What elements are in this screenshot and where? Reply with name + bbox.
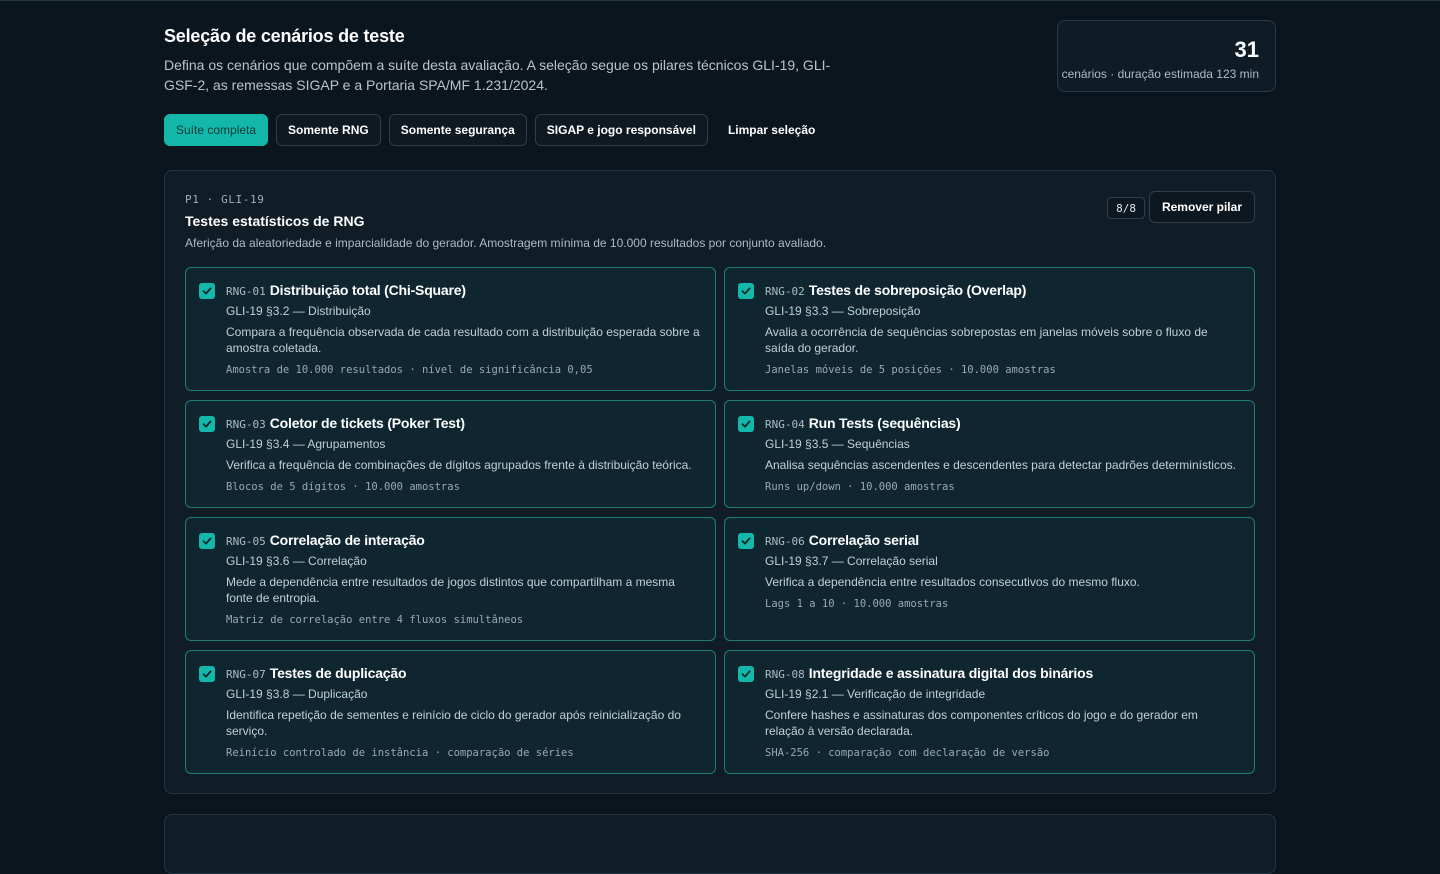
scenario-code: RNG-02 — [765, 285, 805, 298]
scenario-reference: GLI-19 §3.7 — Correlação serial — [765, 554, 938, 568]
scenario-reference: GLI-19 §3.6 — Correlação — [226, 554, 367, 568]
preset-rng-only-button[interactable]: Somente RNG — [276, 114, 381, 146]
remove-pillar-button[interactable]: Remover pilar — [1148, 191, 1255, 223]
scenario-name: Distribuição total (Chi-Square) — [269, 282, 466, 298]
scenario-checkbox[interactable] — [738, 283, 754, 299]
scenario-card[interactable]: RNG-06 Correlação serial GLI-19 §3.7 — Co… — [724, 517, 1255, 641]
clear-selection-button[interactable]: Limpar seleção — [716, 114, 827, 146]
scenario-description: Avalia a ocorrência de sequências sobrep… — [765, 325, 1208, 355]
scenario-count: 31 — [1234, 37, 1259, 62]
scenario-code: RNG-04 — [765, 418, 805, 431]
scenario-note: Blocos de 5 dígitos · 10.000 amostras — [226, 481, 460, 493]
scenario-card[interactable]: RNG-01 Distribuição total (Chi-Square) GL… — [185, 267, 716, 391]
top-divider — [0, 0, 1440, 1]
scenario-reference: GLI-19 §3.4 — Agrupamentos — [226, 437, 386, 451]
checkmark-icon — [741, 420, 751, 428]
page-title: Seleção de cenários de teste — [164, 26, 405, 46]
checkmark-icon — [202, 287, 212, 295]
scenario-checkbox[interactable] — [199, 666, 215, 682]
scenario-description: Identifica repetição de sementes e reiní… — [226, 708, 681, 738]
pillar-card-next — [164, 814, 1276, 874]
scenario-code: RNG-03 — [226, 418, 266, 431]
preset-full-suite-button[interactable]: Suíte completa — [164, 114, 269, 146]
pillar-title: Testes estatísticos de RNG — [185, 213, 365, 229]
scenario-code: RNG-01 — [226, 285, 266, 298]
checkmark-icon — [202, 537, 212, 545]
pillar-card-rng: P1 · GLI-19 Testes estatísticos de RNG A… — [164, 170, 1276, 794]
pillar-description: Aferição da aleatoriedade e imparcialida… — [185, 236, 827, 250]
pillar-code: P1 · GLI-19 — [185, 193, 265, 206]
scenario-checkbox[interactable] — [199, 533, 215, 549]
scenario-card[interactable]: RNG-05 Correlação de interação GLI-19 §3.… — [185, 517, 716, 641]
scenario-note: Runs up/down · 10.000 amostras — [765, 481, 955, 493]
scenario-card[interactable]: RNG-08 Integridade e assinatura digital d… — [724, 650, 1255, 774]
selection-summary: 31 cenários · duração estimada 123 min — [1057, 20, 1276, 92]
scenario-code: RNG-08 — [765, 668, 805, 681]
scenario-code: RNG-07 — [226, 668, 266, 681]
scenario-reference: GLI-19 §3.2 — Distribuição — [226, 304, 371, 318]
scenario-card[interactable]: RNG-03 Coletor de tickets (Poker Test) GL… — [185, 400, 716, 508]
scenario-name: Integridade e assinatura digital dos bin… — [808, 665, 1094, 681]
scenario-checkbox[interactable] — [738, 416, 754, 432]
scenario-checkbox[interactable] — [199, 416, 215, 432]
preset-security-only-button[interactable]: Somente segurança — [388, 114, 527, 146]
scenario-checkbox[interactable] — [738, 533, 754, 549]
preset-filters: Suíte completa Somente RNG Somente segur… — [164, 114, 827, 146]
checkmark-icon — [741, 537, 751, 545]
scenario-code: RNG-06 — [765, 535, 805, 548]
scenario-description: Mede a dependência entre resultados de j… — [226, 575, 675, 605]
scenario-note: Lags 1 a 10 · 10.000 amostras — [765, 598, 949, 610]
scenario-grid: RNG-01 Distribuição total (Chi-Square) GL… — [185, 267, 1255, 774]
pillar-selected-count-badge: 8/8 — [1107, 197, 1145, 219]
scenario-note: Matriz de correlação entre 4 fluxos simu… — [226, 614, 524, 626]
page-description: Defina os cenários que compõem a suíte d… — [164, 57, 831, 93]
scenario-description: Verifica a frequência de combinações de … — [226, 458, 692, 472]
scenario-note: Reinício controlado de instância · compa… — [226, 747, 574, 759]
scenario-code: RNG-05 — [226, 535, 266, 548]
scenario-checkbox[interactable] — [738, 666, 754, 682]
scenario-card[interactable]: RNG-04 Run Tests (sequências) GLI-19 §3.5… — [724, 400, 1255, 508]
scenario-reference: GLI-19 §3.3 — Sobreposição — [765, 304, 921, 318]
scenario-checkbox[interactable] — [199, 283, 215, 299]
checkmark-icon — [202, 420, 212, 428]
scenario-summary-meta: cenários · duração estimada 123 min — [1061, 67, 1259, 81]
scenario-description: Compara a frequência observada de cada r… — [226, 325, 700, 355]
scenario-description: Analisa sequências ascendentes e descend… — [765, 458, 1236, 472]
scenario-card[interactable]: RNG-02 Testes de sobreposição (Overlap) G… — [724, 267, 1255, 391]
scenario-reference: GLI-19 §3.5 — Sequências — [765, 437, 910, 451]
scenario-reference: GLI-19 §2.1 — Verificação de integridade — [765, 687, 986, 701]
scenario-note: SHA-256 · comparação com declaração de v… — [765, 747, 1050, 759]
scenario-note: Janelas móveis de 5 posições · 10.000 am… — [765, 364, 1056, 376]
checkmark-icon — [741, 287, 751, 295]
scenario-name: Testes de sobreposição (Overlap) — [808, 282, 1027, 298]
scenario-reference: GLI-19 §3.8 — Duplicação — [226, 687, 368, 701]
scenario-card[interactable]: RNG-07 Testes de duplicação GLI-19 §3.8 —… — [185, 650, 716, 774]
scenario-name: Correlação de interação — [269, 532, 425, 548]
scenario-note: Amostra de 10.000 resultados · nível de … — [226, 364, 593, 376]
scenario-name: Testes de duplicação — [269, 665, 407, 681]
checkmark-icon — [202, 670, 212, 678]
scenario-name: Run Tests (sequências) — [808, 415, 961, 431]
scenario-description: Confere hashes e assinaturas dos compone… — [765, 708, 1198, 738]
preset-sigap-button[interactable]: SIGAP e jogo responsável — [534, 114, 708, 146]
scenario-description: Verifica a dependência entre resultados … — [765, 575, 1140, 589]
scenario-name: Correlação serial — [808, 532, 919, 548]
scenario-name: Coletor de tickets (Poker Test) — [269, 415, 465, 431]
checkmark-icon — [741, 670, 751, 678]
